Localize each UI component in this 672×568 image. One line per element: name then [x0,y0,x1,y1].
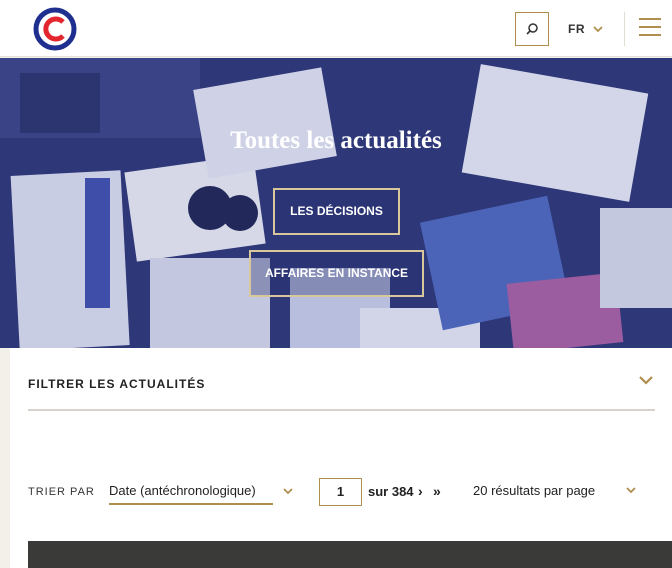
search-icon [526,23,538,35]
search-button[interactable] [515,12,549,46]
filter-label: FILTRER LES ACTUALITÉS [28,377,206,391]
news-list-panel: FILTRER LES ACTUALITÉS TRIER PAR Date (a… [10,348,672,568]
hero-banner: Toutes les actualités LES DÉCISIONS AFFA… [0,58,672,348]
chevron-down-icon [283,488,293,495]
chevron-down-icon [639,376,653,385]
next-page-button[interactable]: › [418,483,423,499]
results-per-page-select[interactable]: 20 résultats par page [473,483,595,498]
news-item-photo[interactable] [28,541,672,568]
filter-accordion[interactable]: FILTRER LES ACTUALITÉS [28,375,655,411]
sort-select[interactable]: Date (antéchronologique) [109,478,273,505]
top-navigation-bar: FR [0,0,672,57]
chevron-down-icon [593,26,603,33]
last-page-button[interactable]: » [433,483,441,499]
header-divider [624,12,625,46]
hamburger-menu-icon[interactable] [639,18,663,40]
sort-label: TRIER PAR [28,486,95,498]
chevron-down-icon [626,487,636,494]
decisions-button[interactable]: LES DÉCISIONS [273,188,400,235]
conseil-constitutionnel-logo[interactable] [33,7,77,51]
language-label: FR [568,22,585,36]
affaires-en-instance-button[interactable]: AFFAIRES EN INSTANCE [249,250,424,297]
page-total: sur 384 [368,484,414,499]
hero-title: Toutes les actualités [230,127,442,154]
page-number-input[interactable]: 1 [319,478,362,506]
language-selector[interactable]: FR [568,22,603,36]
